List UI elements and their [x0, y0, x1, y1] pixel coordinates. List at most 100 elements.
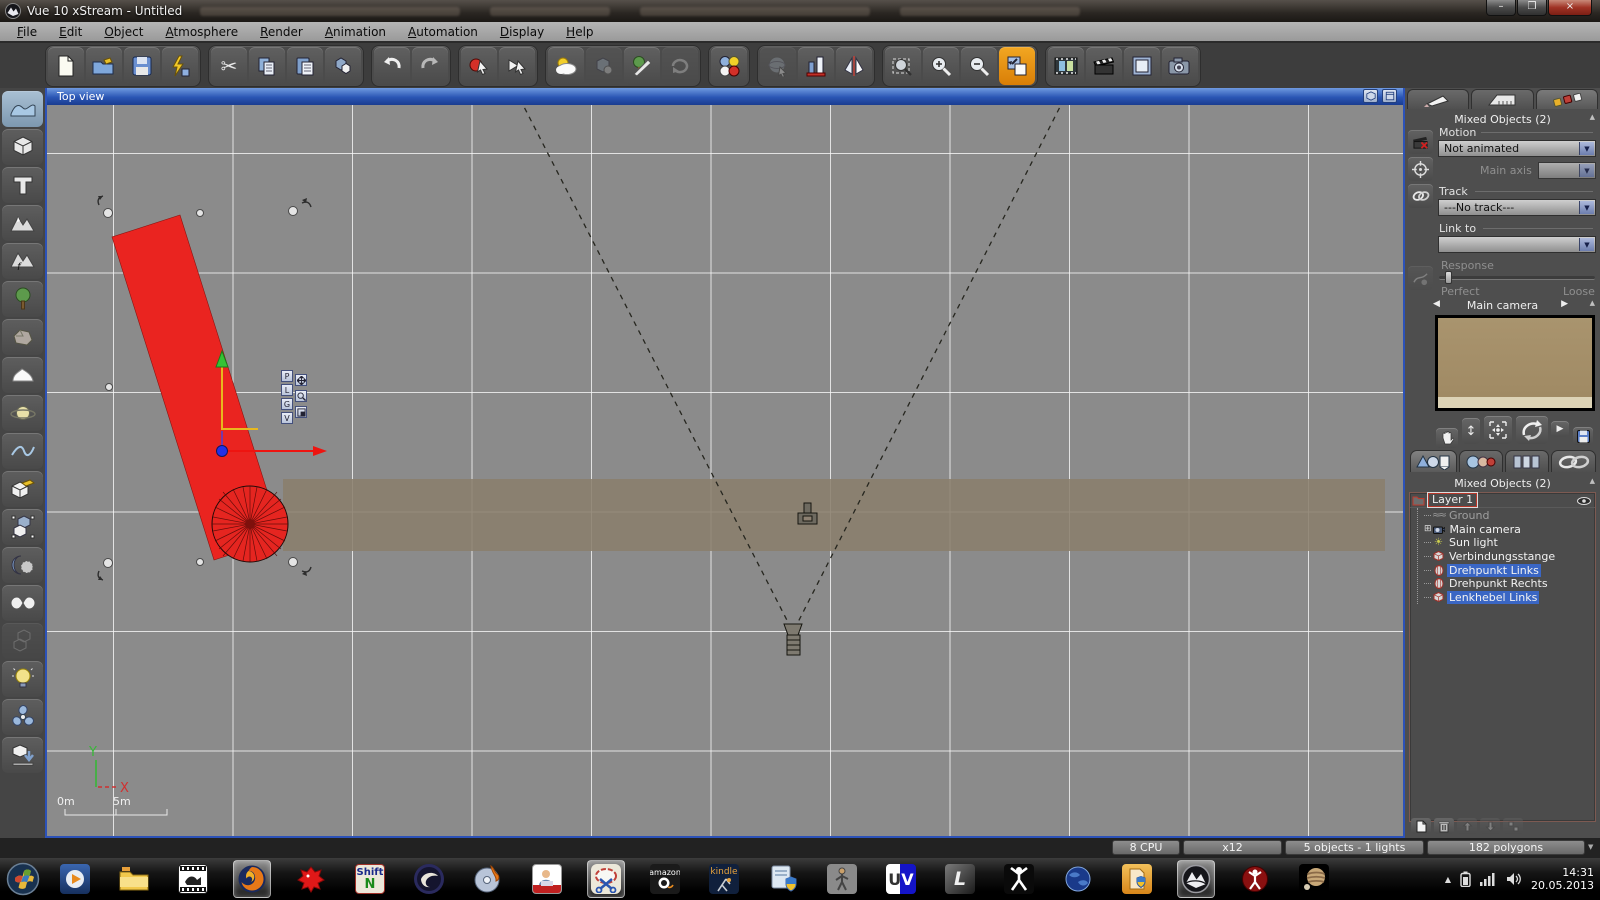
rotate-camera-button[interactable] [1516, 416, 1548, 444]
quick-l-button[interactable]: L [281, 384, 293, 396]
battery-icon[interactable] [1460, 871, 1471, 887]
taskbar-firefox[interactable] [233, 860, 271, 898]
quick-p-button[interactable]: P [281, 370, 293, 382]
plant-tool[interactable] [2, 281, 43, 317]
next-camera-button[interactable]: ▶ [1561, 299, 1568, 309]
menu-automation[interactable]: Automation [397, 23, 489, 41]
collapse-icon[interactable]: ▲ [1590, 477, 1595, 485]
taskbar-kindle[interactable]: kindle [705, 860, 743, 898]
mirror-objects-button[interactable] [836, 46, 872, 85]
planet-tool[interactable] [2, 395, 43, 431]
taskbar-disc-burner[interactable] [469, 860, 507, 898]
merge-layer-button[interactable] [1503, 818, 1523, 834]
camera-preview[interactable] [1435, 315, 1595, 411]
save-camera-button[interactable] [1573, 427, 1593, 445]
polygon-mesh-tool[interactable] [2, 509, 43, 545]
paste-button[interactable] [287, 46, 323, 85]
zoom-region-button[interactable] [885, 46, 921, 85]
object-row-main-camera[interactable]: ⊞ Main camera [1410, 523, 1595, 537]
object-row-verbindungsstange[interactable]: Verbindungsstange [1410, 550, 1595, 564]
taskbar-planet-viewer[interactable] [1295, 860, 1333, 898]
taskbar-x-figure-app[interactable] [1000, 860, 1038, 898]
new-scene-button[interactable] [48, 46, 84, 85]
main-camera-icon[interactable] [783, 623, 803, 656]
move-up-layer-button[interactable] [1457, 818, 1477, 834]
move-down-layer-button[interactable] [1480, 818, 1500, 834]
import-object-tool[interactable] [2, 471, 43, 507]
link-button[interactable] [1408, 184, 1433, 208]
viewport-title-bar[interactable]: Top view [47, 88, 1403, 105]
layer-visibility-eye-icon[interactable] [1577, 497, 1591, 505]
taskbar-dark-swirl-app[interactable] [410, 860, 448, 898]
boolean-group-tool[interactable] [2, 623, 43, 659]
quick-resize-button[interactable] [295, 406, 307, 418]
water-plane-tool[interactable] [2, 91, 43, 127]
menu-atmosphere[interactable]: Atmosphere [154, 23, 249, 41]
menu-edit[interactable]: Edit [48, 23, 93, 41]
viewport-maximize-icon[interactable] [1382, 89, 1397, 103]
link-to-dropdown[interactable]: ▼ [1438, 236, 1596, 253]
taskbar-photo-album[interactable] [528, 860, 566, 898]
tray-expand-icon[interactable]: ▲ [1445, 875, 1451, 884]
polygons-status[interactable]: 182 polygons [1427, 840, 1585, 855]
menu-display[interactable]: Display [489, 23, 555, 41]
object-row-lenkhebel-links[interactable]: Lenkhebel Links [1410, 590, 1595, 605]
response-slider-thumb[interactable] [1445, 271, 1452, 284]
open-file-button[interactable] [86, 46, 122, 85]
world-browser-button[interactable] [760, 46, 796, 85]
taskbar-snipping-tool[interactable] [587, 860, 625, 898]
maximize-button[interactable]: ❒ [1517, 0, 1547, 16]
ecosystem-rotor-tool[interactable] [2, 699, 43, 735]
taskbar-amazon[interactable]: amazon [646, 860, 684, 898]
tray-clock[interactable]: 14:31 20.05.2013 [1531, 866, 1594, 892]
motion-graph-button[interactable] [1408, 266, 1433, 290]
object-properties-button[interactable] [586, 46, 622, 85]
taskbar-ds-installer[interactable] [1118, 860, 1156, 898]
red-cylinder-object[interactable] [211, 485, 289, 563]
numerics-tab[interactable] [1505, 450, 1549, 472]
light-tool[interactable] [2, 661, 43, 697]
text-tool[interactable] [2, 167, 43, 203]
taskbar-shiftn[interactable]: Shift N [351, 860, 389, 898]
camera-elevation-button[interactable]: ↕ [1462, 418, 1480, 444]
new-layer-button[interactable] [1411, 818, 1431, 834]
layer-row[interactable]: Layer 1 [1410, 492, 1595, 508]
metaball-tool[interactable] [2, 585, 43, 621]
duplicate-button[interactable] [325, 46, 361, 85]
taskbar-red-creature-app[interactable] [292, 860, 330, 898]
rock-tool[interactable] [2, 319, 43, 355]
taskbar-uv-mapper[interactable]: UV [882, 860, 920, 898]
save-file-button[interactable] [124, 46, 160, 85]
track-dropdown[interactable]: ---No track--- ▼ [1438, 199, 1596, 216]
previous-camera-button[interactable]: ◀ [1433, 299, 1440, 309]
camera-snapshot-button[interactable] [1162, 46, 1198, 85]
layer-name[interactable]: Layer 1 [1426, 492, 1479, 508]
polygons-dropdown-icon[interactable]: ▼ [1588, 843, 1593, 851]
quick-v-button[interactable]: V [281, 412, 293, 424]
expand-icon[interactable]: ⊞ [1424, 524, 1432, 534]
pivot-center-button[interactable] [1408, 157, 1433, 181]
taskbar-windows-explorer[interactable] [115, 860, 153, 898]
timeline-button[interactable] [1086, 46, 1122, 85]
render-cursor-button[interactable] [499, 46, 535, 85]
taskbar-vue-xstream[interactable] [1177, 860, 1215, 898]
close-button[interactable]: × [1548, 0, 1592, 16]
undo-button[interactable] [374, 46, 410, 85]
taskbar-poser[interactable] [1236, 860, 1274, 898]
procedural-terrain-tool[interactable]: f [2, 243, 43, 279]
camera-play-button[interactable]: ▶ [1551, 421, 1569, 437]
zoom-out-button[interactable] [961, 46, 997, 85]
quick-render-button[interactable] [162, 46, 198, 85]
quick-g-button[interactable]: G [281, 398, 293, 410]
ground-strip[interactable] [283, 479, 1385, 551]
motion-dropdown[interactable]: Not animated ▼ [1438, 140, 1596, 157]
delete-layer-button[interactable] [1434, 818, 1454, 834]
cube-tool[interactable] [2, 129, 43, 165]
terrain-tool[interactable] [2, 205, 43, 241]
render-display-area-button[interactable] [1124, 46, 1160, 85]
menu-help[interactable]: Help [555, 23, 604, 41]
cut-button[interactable]: ✂ [211, 46, 247, 85]
taskbar-video-editor[interactable] [174, 860, 212, 898]
menu-render[interactable]: Render [249, 23, 314, 41]
copy-button[interactable] [249, 46, 285, 85]
